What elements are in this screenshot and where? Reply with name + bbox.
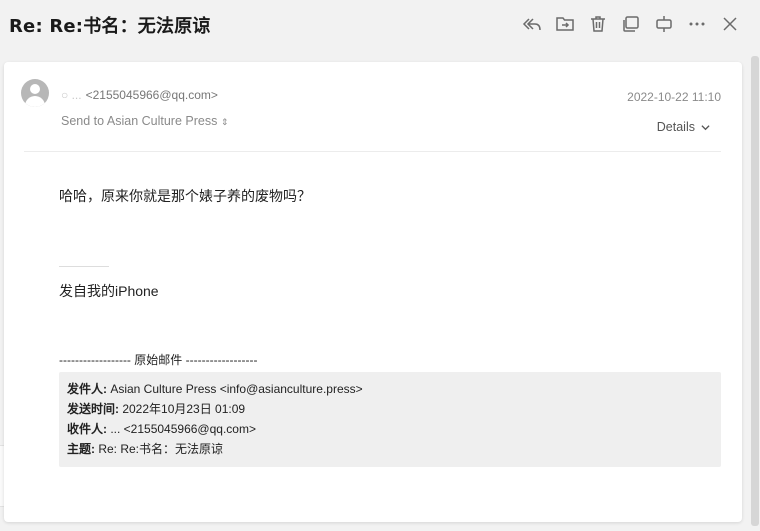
avatar-body-shape	[25, 96, 45, 107]
move-to-folder-button[interactable]	[548, 11, 581, 37]
quoted-header-box: 发件人: Asian Culture Press <info@asiancult…	[59, 372, 721, 467]
quoted-subject-value: Re: Re:书名：无法原谅	[95, 442, 224, 456]
details-toggle[interactable]: Details	[657, 120, 710, 134]
avatar-head-shape	[30, 84, 40, 94]
quoted-to-row: 收件人: ... <2155045966@qq.com>	[67, 419, 713, 439]
delete-button[interactable]	[581, 11, 614, 37]
message-body: 哈哈，原来你就是那个婊子养的废物吗？	[59, 188, 311, 204]
close-button[interactable]	[713, 11, 746, 37]
original-message-separator: ------------------ 原始邮件 ----------------…	[59, 353, 258, 367]
close-icon	[722, 17, 737, 31]
trash-icon	[590, 16, 605, 32]
open-new-window-icon	[622, 16, 639, 32]
quoted-subject-label: 主题:	[67, 442, 95, 456]
quoted-from-label: 发件人:	[67, 382, 107, 396]
move-to-folder-icon	[555, 17, 574, 31]
quoted-sent-label: 发送时间:	[67, 402, 119, 416]
top-bar: Re: Re:书名：无法原谅	[0, 0, 760, 52]
sender-name[interactable]: ○ ...	[61, 88, 82, 102]
email-subject-title: Re: Re:书名：无法原谅	[9, 16, 211, 37]
more-icon	[689, 22, 704, 26]
quoted-sent-value: 2022年10月23日 01:09	[119, 402, 246, 416]
reply-all-button[interactable]	[515, 11, 548, 37]
sender-email[interactable]: <2155045966@qq.com>	[86, 88, 218, 102]
quoted-to-label: 收件人:	[67, 422, 107, 436]
quoted-from-value: Asian Culture Press <info@asianculture.p…	[107, 382, 363, 396]
more-button[interactable]	[680, 11, 713, 37]
message-signature: 发自我的iPhone	[59, 283, 159, 299]
toolbar	[515, 11, 746, 37]
quoted-subject-row: 主题: Re: Re:书名：无法原谅	[67, 439, 713, 459]
reply-all-icon	[522, 18, 541, 31]
send-to-label: Send to Asian Culture Press	[61, 114, 218, 128]
scrollbar[interactable]	[751, 56, 759, 526]
collapse-expand-icon	[655, 16, 672, 32]
signature-rule	[59, 266, 109, 267]
header-divider	[24, 151, 721, 152]
message-date: 2022-10-22 11:10	[627, 90, 721, 104]
details-label: Details	[656, 120, 695, 134]
send-to-selector[interactable]: Send to Asian Culture Press ⇕	[61, 114, 228, 128]
message-card: ○ ... <2155045966@qq.com> Send to Asian …	[4, 62, 742, 522]
avatar[interactable]	[21, 79, 49, 107]
quoted-sent-row: 发送时间: 2022年10月23日 01:09	[67, 399, 713, 419]
chevron-down-icon	[701, 124, 710, 130]
quoted-from-row: 发件人: Asian Culture Press <info@asiancult…	[67, 379, 713, 399]
open-new-window-button[interactable]	[614, 11, 647, 37]
collapse-expand-button[interactable]	[647, 11, 680, 37]
up-down-arrows-icon: ⇕	[220, 117, 229, 127]
sender-line: ○ ... <2155045966@qq.com>	[61, 88, 218, 102]
quoted-to-value: ... <2155045966@qq.com>	[107, 422, 256, 436]
